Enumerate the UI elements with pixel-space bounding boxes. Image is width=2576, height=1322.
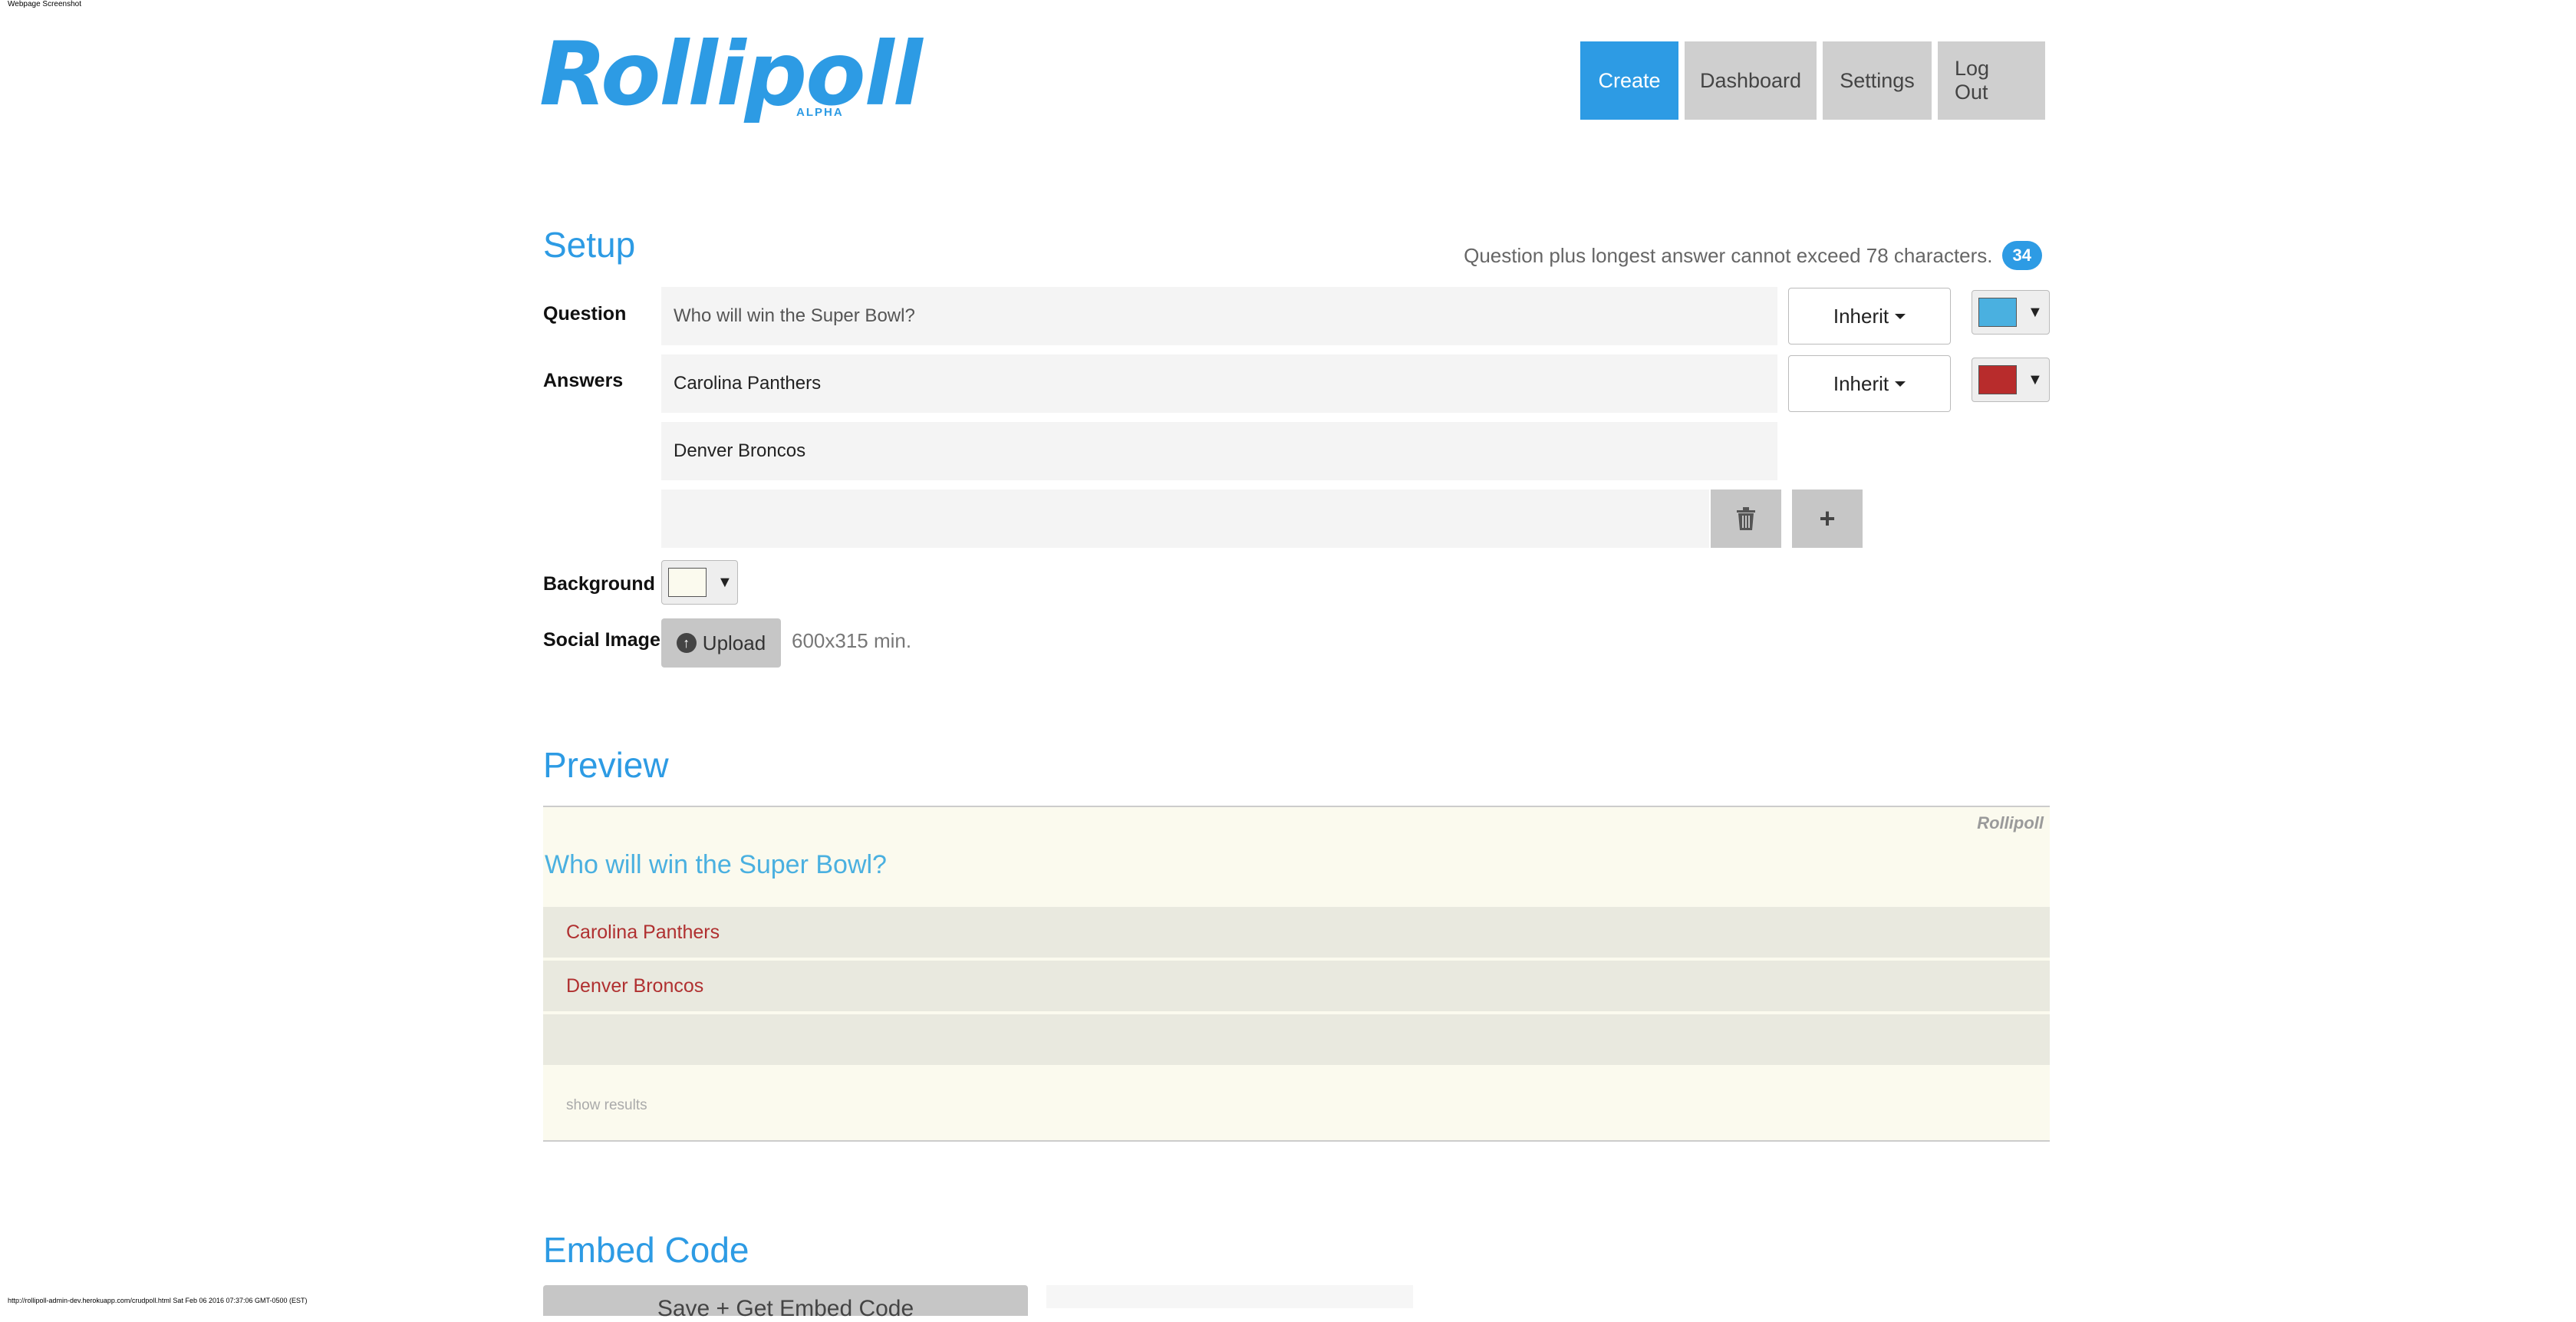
preview-answer-2[interactable]: Denver Broncos — [543, 961, 2050, 1013]
upload-label: Upload — [702, 631, 766, 654]
answer-input-2[interactable]: Denver Broncos — [661, 422, 1777, 480]
char-count-badge: 34 — [2001, 241, 2042, 270]
show-results-link[interactable]: show results — [566, 1097, 647, 1114]
question-label: Question — [543, 303, 627, 325]
background-label: Background — [543, 573, 655, 595]
upload-button[interactable]: ↑ Upload — [661, 618, 781, 668]
answer-input-1[interactable]: Carolina Panthers — [661, 354, 1777, 413]
question-color-picker[interactable]: ▼ — [1972, 290, 2050, 335]
char-limit-text: Question plus longest answer cannot exce… — [1464, 243, 1993, 267]
answers-color-picker[interactable]: ▼ — [1972, 358, 2050, 402]
logo[interactable]: Rollipoll ALPHA — [539, 23, 923, 125]
preview-brand: Rollipoll — [1977, 813, 2044, 832]
preview-answer-3[interactable] — [543, 1014, 2050, 1067]
preview-answer-1[interactable]: Carolina Panthers — [543, 907, 2050, 959]
caret-down-icon — [1895, 381, 1906, 387]
page: Webpage Screenshot Rollipoll ALPHA Creat… — [0, 0, 2576, 1321]
main-nav: Create Dashboard Settings Log Out — [1580, 41, 2045, 120]
social-image-label: Social Image — [543, 629, 660, 651]
question-inherit-label: Inherit — [1833, 304, 1889, 328]
save-embed-button[interactable]: Save + Get Embed Code — [543, 1285, 1028, 1321]
answer-input-3[interactable] — [661, 490, 1709, 548]
plus-icon: + — [1819, 503, 1836, 534]
logo-wordmark: Rollipoll — [539, 23, 923, 125]
answers-inherit-label: Inherit — [1833, 371, 1889, 395]
answers-label: Answers — [543, 370, 624, 391]
nav-logout[interactable]: Log Out — [1938, 41, 2045, 120]
char-limit-hint: Question plus longest answer cannot exce… — [1464, 241, 2042, 270]
capture-label: Webpage Screenshot — [8, 0, 81, 8]
upload-arrow-icon: ↑ — [676, 633, 697, 653]
triangle-down-icon: ▼ — [2028, 303, 2043, 321]
question-inherit-dropdown[interactable]: Inherit — [1788, 288, 1951, 345]
answers-inherit-dropdown[interactable]: Inherit — [1788, 355, 1951, 412]
poll-preview: Rollipoll Who will win the Super Bowl? C… — [543, 806, 2050, 1142]
nav-dashboard[interactable]: Dashboard — [1685, 41, 1817, 120]
logo-alpha-tag: ALPHA — [796, 106, 844, 119]
preview-question: Who will win the Super Bowl? — [545, 850, 887, 879]
background-color-picker[interactable]: ▼ — [661, 560, 738, 605]
triangle-down-icon: ▼ — [2028, 371, 2043, 388]
embed-code-box[interactable] — [1046, 1285, 1413, 1308]
nav-create[interactable]: Create — [1580, 41, 1678, 120]
triangle-down-icon: ▼ — [717, 573, 733, 591]
add-answer-button[interactable]: + — [1792, 490, 1863, 548]
trash-icon — [1737, 507, 1755, 530]
upload-size-note: 600x315 min. — [792, 629, 912, 652]
nav-settings[interactable]: Settings — [1823, 41, 1932, 120]
embed-title: Embed Code — [543, 1230, 749, 1270]
answers-color-swatch — [1978, 365, 2017, 394]
question-color-swatch — [1978, 298, 2017, 327]
question-input[interactable]: Who will win the Super Bowl? — [661, 287, 1777, 345]
setup-title: Setup — [543, 225, 636, 265]
preview-title: Preview — [543, 745, 669, 785]
caret-down-icon — [1895, 313, 1906, 319]
background-color-swatch — [668, 568, 707, 597]
delete-answer-button[interactable] — [1711, 490, 1781, 548]
footer-url: http://rollipoll-admin-dev.herokuapp.com… — [8, 1297, 308, 1304]
